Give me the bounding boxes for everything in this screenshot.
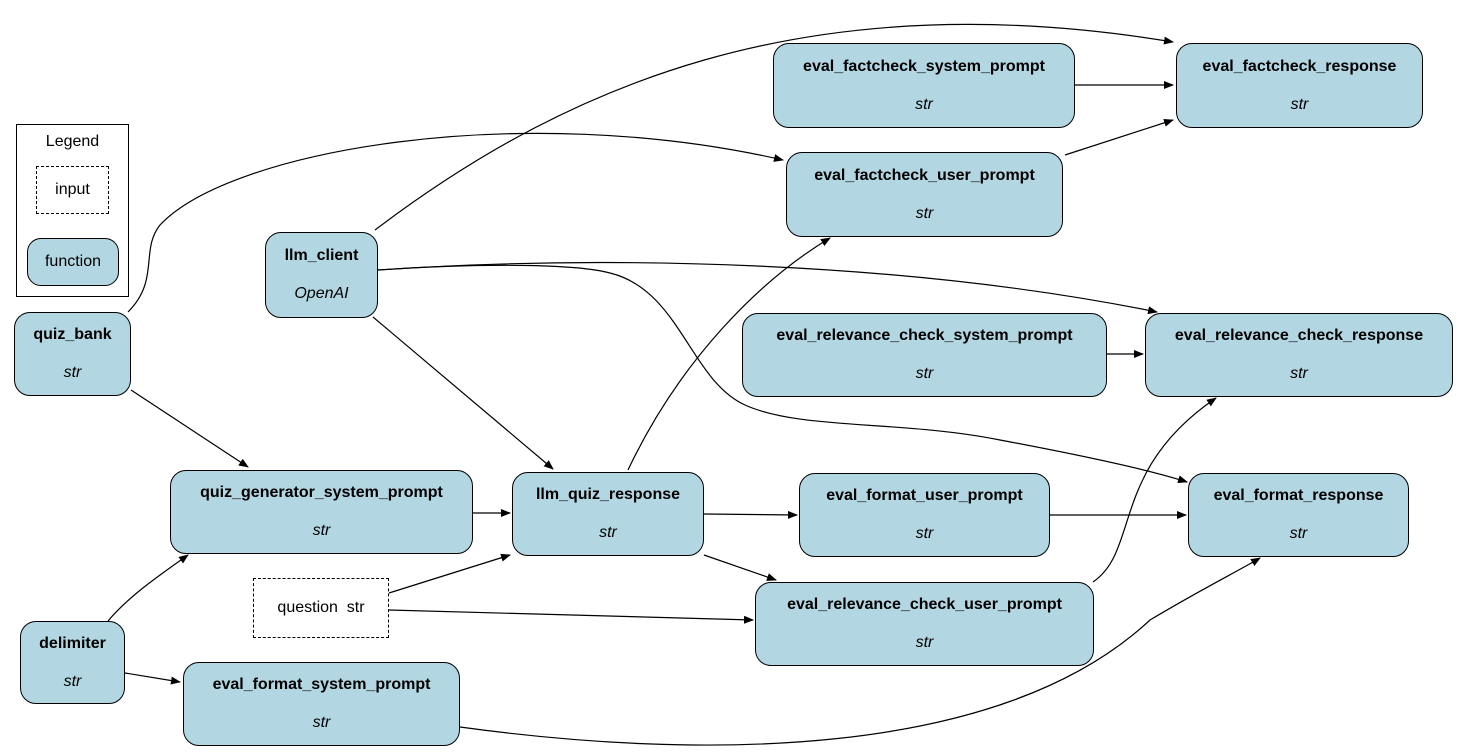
- edge-llm-quiz-to-relevance-user: [703, 554, 777, 581]
- node-eval-factcheck-user-prompt[interactable]: eval_factcheck_user_prompt str: [786, 152, 1063, 237]
- edge-factcheck-user-to-response: [1064, 118, 1174, 156]
- node-llm-quiz-response[interactable]: llm_quiz_response str: [512, 472, 704, 556]
- node-name: eval_format_system_prompt: [212, 676, 431, 693]
- node-type: str: [915, 365, 934, 382]
- edge-quiz-bank-to-quiz-generator: [130, 389, 249, 468]
- edge-quiz-bank-to-factcheck-user-prompt: [127, 132, 784, 313]
- node-name: eval_format_user_prompt: [826, 487, 1023, 504]
- node-name: eval_format_response: [1213, 487, 1384, 504]
- node-name: quiz_bank: [33, 326, 112, 343]
- node-name: quiz_generator_system_prompt: [200, 484, 443, 501]
- edge-delimiter-to-format-system: [124, 672, 181, 685]
- node-type: str: [915, 525, 934, 542]
- node-type: str: [312, 522, 331, 539]
- node-quiz-generator-system-prompt[interactable]: quiz_generator_system_prompt str: [170, 470, 473, 554]
- node-eval-format-response[interactable]: eval_format_response str: [1188, 473, 1409, 557]
- node-llm-client[interactable]: llm_client OpenAI: [265, 232, 378, 318]
- node-name: llm_client: [284, 247, 359, 264]
- edge-question-to-relevance-user: [388, 609, 754, 624]
- node-eval-format-system-prompt[interactable]: eval_format_system_prompt str: [183, 662, 460, 746]
- node-eval-relevance-check-user-prompt[interactable]: eval_relevance_check_user_prompt str: [755, 582, 1094, 666]
- edge-llm-client-to-relevance-response: [377, 262, 1158, 315]
- node-eval-relevance-check-system-prompt[interactable]: eval_relevance_check_system_prompt str: [742, 313, 1107, 397]
- node-name: eval_relevance_check_response: [1174, 327, 1424, 344]
- node-type: str: [1289, 525, 1308, 542]
- node-type: str: [1290, 365, 1308, 382]
- legend-input: input: [36, 166, 109, 214]
- node-eval-factcheck-response[interactable]: eval_factcheck_response str: [1176, 43, 1423, 128]
- node-eval-factcheck-system-prompt[interactable]: eval_factcheck_system_prompt str: [773, 43, 1075, 128]
- node-type: str: [63, 364, 82, 381]
- edge-llm-client-to-llm-quiz-response: [372, 316, 554, 470]
- node-type: str: [312, 714, 331, 731]
- node-eval-format-user-prompt[interactable]: eval_format_user_prompt str: [799, 473, 1050, 557]
- legend-function: function: [27, 238, 119, 286]
- node-name: delimiter: [39, 634, 106, 652]
- node-type: str: [915, 634, 934, 651]
- node-name: eval_relevance_check_user_prompt: [787, 596, 1062, 613]
- node-question-input[interactable]: question str: [253, 578, 389, 638]
- node-type: str: [599, 524, 617, 541]
- node-type: str: [1290, 95, 1309, 113]
- node-type: str: [915, 204, 934, 222]
- node-type: str: [915, 95, 933, 113]
- edge-question-to-llm-quiz: [388, 553, 511, 594]
- node-name: llm_quiz_response: [535, 486, 681, 503]
- edge-delimiter-to-quiz-generator: [107, 554, 189, 622]
- node-name: eval_factcheck_user_prompt: [814, 166, 1035, 184]
- node-delimiter[interactable]: delimiter str: [20, 621, 125, 704]
- node-eval-relevance-check-response[interactable]: eval_relevance_check_response str: [1145, 313, 1453, 397]
- node-type: str: [63, 672, 82, 690]
- node-type: OpenAI: [294, 285, 349, 302]
- node-name: eval_relevance_check_system_prompt: [776, 327, 1073, 344]
- node-name: eval_factcheck_system_prompt: [803, 57, 1045, 75]
- node-quiz-bank[interactable]: quiz_bank str: [14, 312, 131, 396]
- legend-title: Legend: [45, 133, 100, 150]
- edge-llm-quiz-to-format-user: [703, 510, 798, 519]
- node-name: eval_factcheck_response: [1202, 57, 1397, 75]
